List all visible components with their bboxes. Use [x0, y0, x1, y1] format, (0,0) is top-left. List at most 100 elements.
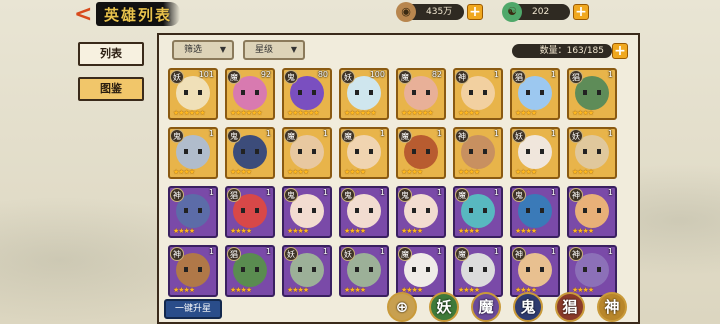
hero-card[interactable]: 魔 1 ★★★★: [282, 127, 332, 179]
add-jade-button[interactable]: +: [573, 4, 589, 20]
hero-stars: ★★★★: [515, 109, 537, 117]
hero-card[interactable]: 魔 1 ★★★★: [453, 186, 503, 238]
hero-stars: ★★★★★★: [401, 109, 434, 117]
hero-stars: ★★★★: [287, 286, 309, 294]
hero-level: 101: [198, 70, 214, 79]
faction-button-all[interactable]: ⊕: [387, 292, 417, 322]
hero-card[interactable]: 魔 1 ★★★★: [339, 127, 389, 179]
hero-type-badge: 妖: [512, 129, 526, 143]
add-slots-button[interactable]: +: [612, 43, 628, 59]
hero-level: 1: [550, 70, 556, 79]
hero-card[interactable]: 魔 1 ★★★★: [396, 127, 446, 179]
hero-type-badge: 魔: [284, 129, 298, 143]
hero-type-badge: 鬼: [170, 129, 184, 143]
hero-card[interactable]: 鬼 1 ★★★★: [168, 127, 218, 179]
hero-eyes: [355, 267, 373, 272]
hero-type-badge: 猖: [512, 70, 526, 84]
coin-icon: ◉: [396, 2, 416, 22]
one-click-upgrade-button[interactable]: 一键升星: [164, 299, 222, 319]
hero-card[interactable]: 鬼 1 ★★★★: [339, 186, 389, 238]
hero-card[interactable]: 妖 1 ★★★★: [567, 127, 617, 179]
hero-level: 1: [265, 188, 271, 197]
hero-card[interactable]: 神 1 ★★★★: [510, 245, 560, 297]
hero-level: 80: [317, 70, 328, 79]
hero-stars: ★★★★: [287, 227, 309, 235]
hero-card[interactable]: 妖 100 ★★★★★★: [339, 68, 389, 120]
back-button[interactable]: <: [74, 4, 96, 26]
hero-card[interactable]: 猖 1 ★★★★: [510, 68, 560, 120]
hero-stars: ★★★★: [572, 227, 594, 235]
hero-stars: ★★★★: [230, 168, 252, 176]
hero-type-badge: 鬼: [227, 129, 241, 143]
filter-label: 筛选: [184, 45, 203, 55]
hero-type-badge: 魔: [398, 129, 412, 143]
hero-card[interactable]: 猖 1 ★★★★: [225, 245, 275, 297]
hero-level: 82: [431, 70, 442, 79]
hero-stars: ★★★★: [515, 168, 537, 176]
hero-eyes: [355, 208, 373, 213]
hero-stars: ★★★★: [458, 286, 480, 294]
hero-level: 1: [436, 188, 442, 197]
hero-count: 数量：163/185: [512, 44, 612, 58]
hero-level: 1: [493, 247, 499, 256]
hero-stars: ★★★★: [173, 286, 195, 294]
hero-stars: ★★★★: [344, 227, 366, 235]
hero-card[interactable]: 妖 1 ★★★★: [282, 245, 332, 297]
hero-type-badge: 鬼: [284, 188, 298, 202]
hero-card[interactable]: 神 1 ★★★★: [453, 127, 503, 179]
star-dropdown[interactable]: 星级 ▼: [243, 40, 305, 60]
hero-eyes: [469, 267, 487, 272]
hero-card[interactable]: 神 1 ★★★★: [453, 68, 503, 120]
faction-button-gui[interactable]: 鬼: [513, 292, 543, 322]
faction-button-shen[interactable]: 神: [597, 292, 627, 322]
filter-dropdown[interactable]: 筛选 ▼: [172, 40, 234, 60]
hero-card[interactable]: 神 1 ★★★★: [567, 245, 617, 297]
hero-eyes: [355, 149, 373, 154]
hero-type-badge: 妖: [170, 70, 184, 84]
tab-list[interactable]: 列表: [78, 42, 144, 66]
hero-eyes: [583, 90, 601, 95]
hero-level: 1: [550, 247, 556, 256]
hero-level: 1: [493, 70, 499, 79]
hero-card[interactable]: 猖 1 ★★★★: [567, 68, 617, 120]
hero-level: 1: [208, 247, 214, 256]
hero-card[interactable]: 魔 82 ★★★★★★: [396, 68, 446, 120]
hero-card[interactable]: 神 1 ★★★★: [168, 245, 218, 297]
faction-button-yao[interactable]: 妖: [429, 292, 459, 322]
hero-card[interactable]: 神 1 ★★★★: [168, 186, 218, 238]
tab-atlas[interactable]: 图鉴: [78, 77, 144, 101]
hero-level: 1: [607, 247, 613, 256]
hero-card[interactable]: 妖 1 ★★★★: [339, 245, 389, 297]
hero-stars: ★★★★: [173, 168, 195, 176]
hero-card[interactable]: 妖 1 ★★★★: [510, 127, 560, 179]
jade-icon: ☯: [502, 2, 522, 22]
hero-card[interactable]: 鬼 1 ★★★★: [396, 186, 446, 238]
hero-stars: ★★★★: [458, 168, 480, 176]
header-bar: < 英雄列表 435万 ◉ + 202 ☯ +: [0, 0, 720, 28]
faction-button-mo[interactable]: 魔: [471, 292, 501, 322]
hero-level: 1: [607, 188, 613, 197]
add-coin-button[interactable]: +: [467, 4, 483, 20]
hero-card[interactable]: 魔 92 ★★★★★★: [225, 68, 275, 120]
hero-type-badge: 魔: [398, 70, 412, 84]
hero-stars: ★★★★: [173, 227, 195, 235]
hero-eyes: [412, 90, 430, 95]
hero-grid: 妖 101 ★★★★★★ 魔 92 ★★★★★★ 鬼 80 ★★★★★★ 妖 100 ★★★★★★ 魔 8…: [168, 68, 628, 324]
hero-stars: ★★★★: [344, 286, 366, 294]
hero-card[interactable]: 魔 1 ★★★★: [396, 245, 446, 297]
hero-stars: ★★★★: [458, 227, 480, 235]
hero-card[interactable]: 魔 1 ★★★★: [453, 245, 503, 297]
hero-stars: ★★★★: [230, 227, 252, 235]
hero-card[interactable]: 鬼 1 ★★★★: [282, 186, 332, 238]
chevron-down-icon: ▼: [219, 45, 226, 54]
hero-type-badge: 神: [569, 247, 583, 261]
page-title: 英雄列表: [104, 6, 173, 24]
faction-button-chang[interactable]: 猖: [555, 292, 585, 322]
hero-card[interactable]: 鬼 1 ★★★★: [225, 127, 275, 179]
hero-card[interactable]: 鬼 1 ★★★★: [510, 186, 560, 238]
hero-card[interactable]: 妖 101 ★★★★★★: [168, 68, 218, 120]
hero-card[interactable]: 神 1 ★★★★: [567, 186, 617, 238]
hero-type-badge: 魔: [398, 247, 412, 261]
hero-card[interactable]: 鬼 80 ★★★★★★: [282, 68, 332, 120]
hero-card[interactable]: 猖 1 ★★★★: [225, 186, 275, 238]
